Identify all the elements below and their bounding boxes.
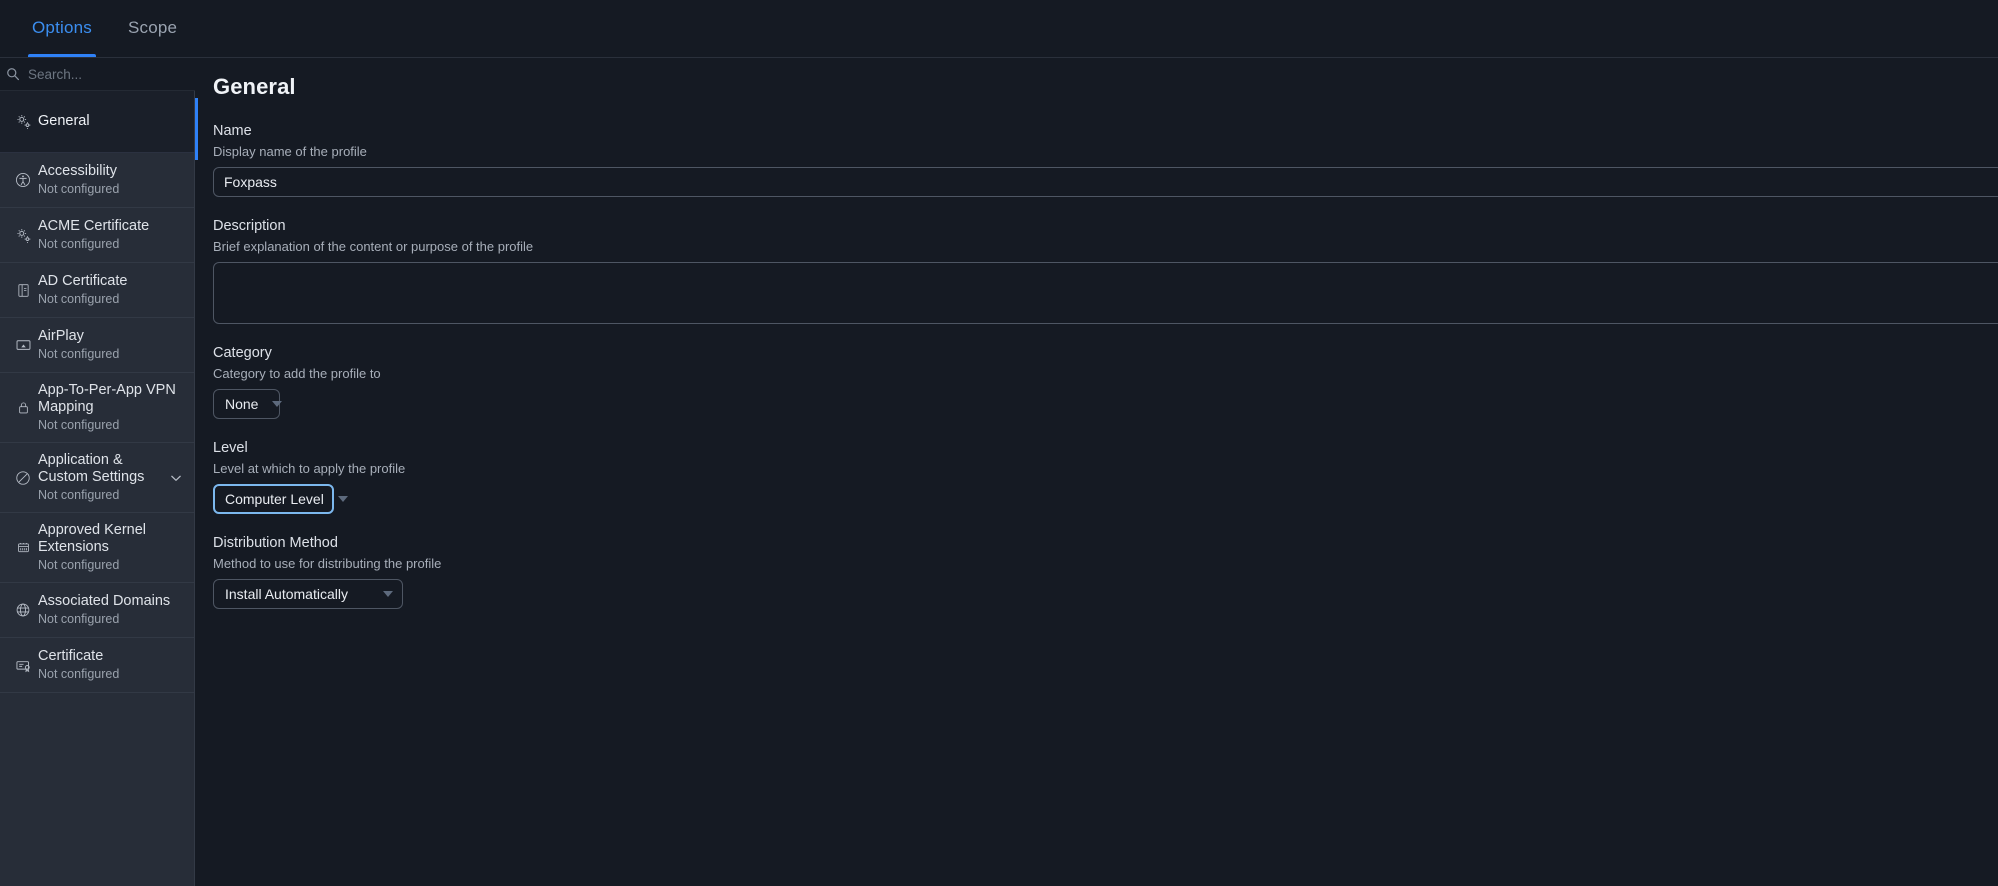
level-select-value: Computer Level (225, 491, 324, 507)
sidebar-item-ad-certificate-label: AD Certificate (38, 272, 128, 289)
tab-options-label: Options (32, 18, 92, 37)
sidebar-item-airplay[interactable]: AirPlay Not configured (0, 318, 194, 373)
sidebar-item-application-and-custom-settings[interactable]: Application & Custom Settings Not config… (0, 443, 194, 513)
field-level-label: Level (213, 440, 248, 456)
field-description-description: Brief explanation of the content or purp… (213, 239, 534, 254)
name-input[interactable] (213, 167, 1998, 197)
sidebar-item-ad-certificate-text: AD Certificate Not configured (38, 265, 184, 316)
sidebar-item-acme-certificate-text: ACME Certificate Not configured (38, 210, 184, 261)
field-description-label: Description (213, 218, 286, 234)
sidebar-item-application-and-custom-settings-text: Application & Custom Settings Not config… (38, 444, 168, 511)
level-select[interactable]: Computer Level (213, 484, 348, 514)
sidebar-item-associated-domains[interactable]: Associated Domains Not configured (0, 583, 194, 638)
sidebar-item-accessibility-label: Accessibility (38, 162, 117, 179)
tab-bar: Options Scope (0, 0, 1998, 58)
sidebar-item-certificate-text: Certificate Not configured (38, 640, 184, 691)
field-category: Category Category to add the profile to … (213, 345, 1998, 419)
sidebar-item-app-to-per-app-vpn-mapping[interactable]: App-To-Per-App VPN Mapping Not configure… (0, 373, 194, 443)
category-select-value: None (225, 396, 259, 412)
field-description: Description Brief explanation of the con… (213, 218, 1998, 324)
sidebar-item-certificate[interactable]: Certificate Not configured (0, 638, 194, 693)
globe-icon (8, 599, 38, 621)
sidebar-item-general-label: General (38, 113, 90, 130)
sidebar-item-ad-certificate[interactable]: AD Certificate Not configured (0, 263, 194, 318)
sidebar-item-acme-certificate-status: Not configured (38, 237, 120, 252)
sidebar-item-associated-domains-label: Associated Domains (38, 592, 171, 609)
payload-detail-panel: General Name Display name of the profile… (195, 58, 1998, 886)
sidebar-item-acme-certificate[interactable]: ACME Certificate Not configured (0, 208, 194, 263)
field-level: Level Level at which to apply the profil… (213, 440, 1998, 514)
sidebar-item-app-to-per-app-vpn-mapping-text: App-To-Per-App VPN Mapping Not configure… (38, 374, 184, 441)
sidebar-item-app-to-per-app-vpn-mapping-label: App-To-Per-App VPN Mapping (38, 382, 176, 415)
certificate-card-icon (8, 654, 38, 676)
tab-scope[interactable]: Scope (110, 0, 195, 57)
tab-scope-label: Scope (128, 18, 178, 37)
field-category-description: Category to add the profile to (213, 366, 381, 381)
field-name-description: Display name of the profile (213, 144, 367, 159)
field-category-label: Category (213, 345, 272, 361)
tab-options[interactable]: Options (14, 0, 110, 57)
distribution-method-select-value: Install Automatically (225, 586, 348, 602)
sidebar-search-bar[interactable] (0, 58, 205, 91)
chevron-down-icon (337, 496, 348, 502)
gears-icon (8, 224, 38, 246)
sidebar-item-approved-kernel-extensions-label: Approved Kernel Extensions (38, 522, 147, 555)
sidebar-item-application-and-custom-settings-label: Application & Custom Settings (38, 452, 145, 485)
sidebar-item-general[interactable]: General (0, 91, 194, 153)
sidebar-item-approved-kernel-extensions-text: Approved Kernel Extensions Not configure… (38, 514, 184, 581)
sidebar-item-certificate-label: Certificate (38, 647, 104, 664)
chevron-down-icon (383, 591, 393, 597)
sidebar-item-airplay-label: AirPlay (38, 327, 84, 344)
field-name-label: Name (213, 123, 252, 139)
airplay-icon (8, 334, 38, 356)
sidebar-item-accessibility-status: Not configured (38, 182, 120, 197)
sidebar-item-application-and-custom-settings-status: Not configured (38, 488, 120, 502)
field-distribution-method-label: Distribution Method (213, 535, 338, 551)
selected-payload-accent-bar (195, 98, 198, 160)
sidebar-item-certificate-status: Not configured (38, 667, 120, 682)
page-title: General (213, 74, 296, 99)
category-select[interactable]: None (213, 389, 283, 419)
sidebar-item-ad-certificate-status: Not configured (38, 292, 120, 307)
description-textarea[interactable] (213, 262, 1998, 324)
gears-icon (8, 111, 38, 133)
chevron-down-icon (272, 401, 283, 407)
chevron-down-icon[interactable] (168, 470, 184, 486)
search-input[interactable] (28, 66, 205, 82)
field-name: Name Display name of the profile (213, 123, 1998, 197)
search-icon (6, 67, 20, 81)
distribution-method-select[interactable]: Install Automatically (213, 579, 403, 609)
lock-icon (8, 397, 38, 419)
sidebar-item-associated-domains-text: Associated Domains Not configured (38, 585, 184, 636)
field-level-description: Level at which to apply the profile (213, 461, 406, 476)
sidebar-item-approved-kernel-extensions[interactable]: Approved Kernel Extensions Not configure… (0, 513, 194, 583)
sidebar-item-app-to-per-app-vpn-mapping-status: Not configured (38, 418, 120, 432)
prohibited-icon (8, 467, 38, 489)
accessibility-icon (8, 169, 38, 191)
kernel-chip-icon (8, 537, 38, 559)
sidebar-item-general-text: General (38, 105, 184, 138)
sidebar-item-associated-domains-status: Not configured (38, 612, 120, 627)
sidebar-item-accessibility-text: Accessibility Not configured (38, 155, 184, 206)
certificate-book-icon (8, 279, 38, 301)
sidebar-item-acme-certificate-label: ACME Certificate (38, 217, 150, 234)
sidebar-item-airplay-status: Not configured (38, 347, 120, 362)
sidebar-item-airplay-text: AirPlay Not configured (38, 320, 184, 371)
payload-sidebar[interactable]: General Accessibility Not configured ACM… (0, 91, 195, 886)
field-distribution-method-description: Method to use for distributing the profi… (213, 556, 442, 571)
sidebar-item-approved-kernel-extensions-status: Not configured (38, 558, 120, 572)
sidebar-item-accessibility[interactable]: Accessibility Not configured (0, 153, 194, 208)
field-distribution-method: Distribution Method Method to use for di… (213, 535, 1998, 609)
